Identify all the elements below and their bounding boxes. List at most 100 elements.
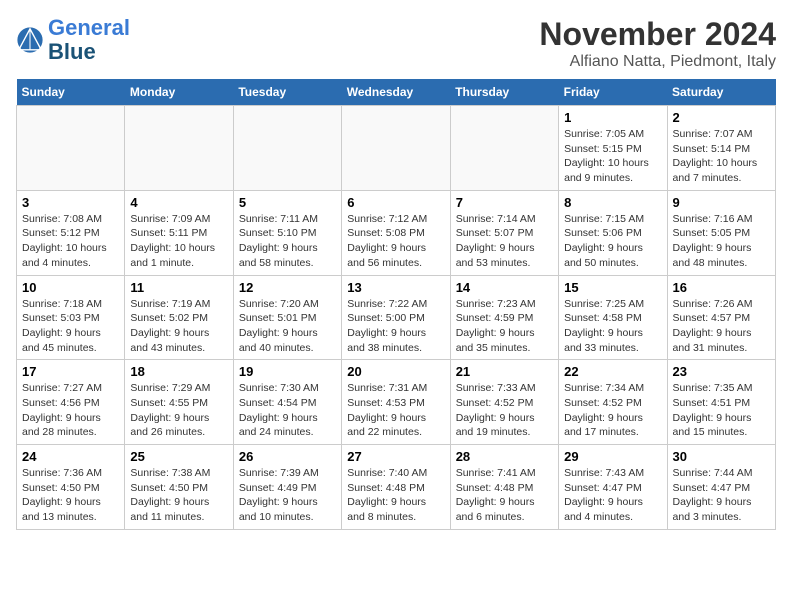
calendar-table: SundayMondayTuesdayWednesdayThursdayFrid…	[16, 79, 776, 530]
day-info: Sunrise: 7:09 AM Sunset: 5:11 PM Dayligh…	[130, 212, 227, 271]
day-number: 1	[564, 110, 661, 125]
weekday-thursday: Thursday	[450, 79, 558, 106]
calendar-body: 1 Sunrise: 7:05 AM Sunset: 5:15 PM Daylig…	[17, 106, 776, 530]
day-cell: 21Sunrise: 7:33 AM Sunset: 4:52 PM Dayli…	[450, 360, 558, 445]
day-info: Sunrise: 7:18 AM Sunset: 5:03 PM Dayligh…	[22, 297, 119, 356]
day-number: 20	[347, 364, 444, 379]
day-info: Sunrise: 7:12 AM Sunset: 5:08 PM Dayligh…	[347, 212, 444, 271]
location-title: Alfiano Natta, Piedmont, Italy	[539, 53, 776, 71]
day-number: 14	[456, 280, 553, 295]
day-info: Sunrise: 7:22 AM Sunset: 5:00 PM Dayligh…	[347, 297, 444, 356]
day-cell: 13 Sunrise: 7:22 AM Sunset: 5:00 PM Dayli…	[342, 275, 450, 360]
day-info: Sunrise: 7:11 AM Sunset: 5:10 PM Dayligh…	[239, 212, 336, 271]
title-area: November 2024 Alfiano Natta, Piedmont, I…	[539, 16, 776, 71]
day-number: 4	[130, 195, 227, 210]
weekday-friday: Friday	[559, 79, 667, 106]
day-number: 10	[22, 280, 119, 295]
day-number: 25	[130, 449, 227, 464]
day-info: Sunrise: 7:14 AM Sunset: 5:07 PM Dayligh…	[456, 212, 553, 271]
day-cell: 14Sunrise: 7:23 AM Sunset: 4:59 PM Dayli…	[450, 275, 558, 360]
day-info: Sunrise: 7:07 AM Sunset: 5:14 PM Dayligh…	[673, 127, 770, 186]
day-cell: 2 Sunrise: 7:07 AM Sunset: 5:14 PM Daylig…	[667, 106, 775, 191]
day-cell: 3 Sunrise: 7:08 AM Sunset: 5:12 PM Daylig…	[17, 190, 125, 275]
day-cell: 28 Sunrise: 7:41 AM Sunset: 4:48 PM Dayli…	[450, 445, 558, 530]
day-cell: 26 Sunrise: 7:39 AM Sunset: 4:49 PM Dayli…	[233, 445, 341, 530]
day-cell: 25Sunrise: 7:38 AM Sunset: 4:50 PM Dayli…	[125, 445, 233, 530]
day-cell: 4 Sunrise: 7:09 AM Sunset: 5:11 PM Daylig…	[125, 190, 233, 275]
day-number: 21	[456, 364, 553, 379]
day-info: Sunrise: 7:26 AM Sunset: 4:57 PM Dayligh…	[673, 297, 770, 356]
day-number: 23	[673, 364, 770, 379]
day-cell: 12Sunrise: 7:20 AM Sunset: 5:01 PM Dayli…	[233, 275, 341, 360]
weekday-sunday: Sunday	[17, 79, 125, 106]
day-number: 3	[22, 195, 119, 210]
weekday-header: SundayMondayTuesdayWednesdayThursdayFrid…	[17, 79, 776, 106]
day-number: 30	[673, 449, 770, 464]
week-row-1: 1 Sunrise: 7:05 AM Sunset: 5:15 PM Daylig…	[17, 106, 776, 191]
day-info: Sunrise: 7:39 AM Sunset: 4:49 PM Dayligh…	[239, 466, 336, 525]
day-number: 9	[673, 195, 770, 210]
day-number: 19	[239, 364, 336, 379]
day-info: Sunrise: 7:05 AM Sunset: 5:15 PM Dayligh…	[564, 127, 661, 186]
day-cell	[233, 106, 341, 191]
day-cell: 24 Sunrise: 7:36 AM Sunset: 4:50 PM Dayli…	[17, 445, 125, 530]
day-info: Sunrise: 7:31 AM Sunset: 4:53 PM Dayligh…	[347, 381, 444, 440]
day-info: Sunrise: 7:16 AM Sunset: 5:05 PM Dayligh…	[673, 212, 770, 271]
day-info: Sunrise: 7:25 AM Sunset: 4:58 PM Dayligh…	[564, 297, 661, 356]
day-cell: 18Sunrise: 7:29 AM Sunset: 4:55 PM Dayli…	[125, 360, 233, 445]
day-number: 22	[564, 364, 661, 379]
day-number: 8	[564, 195, 661, 210]
day-info: Sunrise: 7:27 AM Sunset: 4:56 PM Dayligh…	[22, 381, 119, 440]
day-cell: 8 Sunrise: 7:15 AM Sunset: 5:06 PM Daylig…	[559, 190, 667, 275]
day-cell	[17, 106, 125, 191]
month-title: November 2024	[539, 16, 776, 53]
day-cell: 7 Sunrise: 7:14 AM Sunset: 5:07 PM Daylig…	[450, 190, 558, 275]
weekday-wednesday: Wednesday	[342, 79, 450, 106]
day-info: Sunrise: 7:41 AM Sunset: 4:48 PM Dayligh…	[456, 466, 553, 525]
week-row-4: 17Sunrise: 7:27 AM Sunset: 4:56 PM Dayli…	[17, 360, 776, 445]
day-number: 2	[673, 110, 770, 125]
week-row-5: 24 Sunrise: 7:36 AM Sunset: 4:50 PM Dayli…	[17, 445, 776, 530]
logo-icon	[16, 26, 44, 54]
day-number: 24	[22, 449, 119, 464]
day-cell	[450, 106, 558, 191]
logo: GeneralBlue	[16, 16, 130, 64]
day-info: Sunrise: 7:15 AM Sunset: 5:06 PM Dayligh…	[564, 212, 661, 271]
header: GeneralBlue November 2024 Alfiano Natta,…	[16, 16, 776, 71]
day-info: Sunrise: 7:43 AM Sunset: 4:47 PM Dayligh…	[564, 466, 661, 525]
day-cell	[342, 106, 450, 191]
day-number: 16	[673, 280, 770, 295]
day-cell: 22 Sunrise: 7:34 AM Sunset: 4:52 PM Dayli…	[559, 360, 667, 445]
day-info: Sunrise: 7:30 AM Sunset: 4:54 PM Dayligh…	[239, 381, 336, 440]
weekday-monday: Monday	[125, 79, 233, 106]
day-cell: 20 Sunrise: 7:31 AM Sunset: 4:53 PM Dayli…	[342, 360, 450, 445]
weekday-tuesday: Tuesday	[233, 79, 341, 106]
day-number: 26	[239, 449, 336, 464]
day-info: Sunrise: 7:36 AM Sunset: 4:50 PM Dayligh…	[22, 466, 119, 525]
day-cell: 10 Sunrise: 7:18 AM Sunset: 5:03 PM Dayli…	[17, 275, 125, 360]
week-row-2: 3 Sunrise: 7:08 AM Sunset: 5:12 PM Daylig…	[17, 190, 776, 275]
day-number: 11	[130, 280, 227, 295]
day-number: 5	[239, 195, 336, 210]
day-number: 7	[456, 195, 553, 210]
weekday-saturday: Saturday	[667, 79, 775, 106]
day-info: Sunrise: 7:20 AM Sunset: 5:01 PM Dayligh…	[239, 297, 336, 356]
day-info: Sunrise: 7:44 AM Sunset: 4:47 PM Dayligh…	[673, 466, 770, 525]
day-info: Sunrise: 7:08 AM Sunset: 5:12 PM Dayligh…	[22, 212, 119, 271]
day-number: 13	[347, 280, 444, 295]
day-cell: 19 Sunrise: 7:30 AM Sunset: 4:54 PM Dayli…	[233, 360, 341, 445]
day-number: 6	[347, 195, 444, 210]
day-cell: 17Sunrise: 7:27 AM Sunset: 4:56 PM Dayli…	[17, 360, 125, 445]
day-info: Sunrise: 7:40 AM Sunset: 4:48 PM Dayligh…	[347, 466, 444, 525]
day-cell: 27Sunrise: 7:40 AM Sunset: 4:48 PM Dayli…	[342, 445, 450, 530]
day-cell: 1 Sunrise: 7:05 AM Sunset: 5:15 PM Daylig…	[559, 106, 667, 191]
day-cell	[125, 106, 233, 191]
day-cell: 9 Sunrise: 7:16 AM Sunset: 5:05 PM Daylig…	[667, 190, 775, 275]
day-cell: 29Sunrise: 7:43 AM Sunset: 4:47 PM Dayli…	[559, 445, 667, 530]
day-info: Sunrise: 7:34 AM Sunset: 4:52 PM Dayligh…	[564, 381, 661, 440]
day-number: 15	[564, 280, 661, 295]
logo-text: GeneralBlue	[48, 16, 130, 64]
day-number: 28	[456, 449, 553, 464]
day-info: Sunrise: 7:35 AM Sunset: 4:51 PM Dayligh…	[673, 381, 770, 440]
day-cell: 16 Sunrise: 7:26 AM Sunset: 4:57 PM Dayli…	[667, 275, 775, 360]
